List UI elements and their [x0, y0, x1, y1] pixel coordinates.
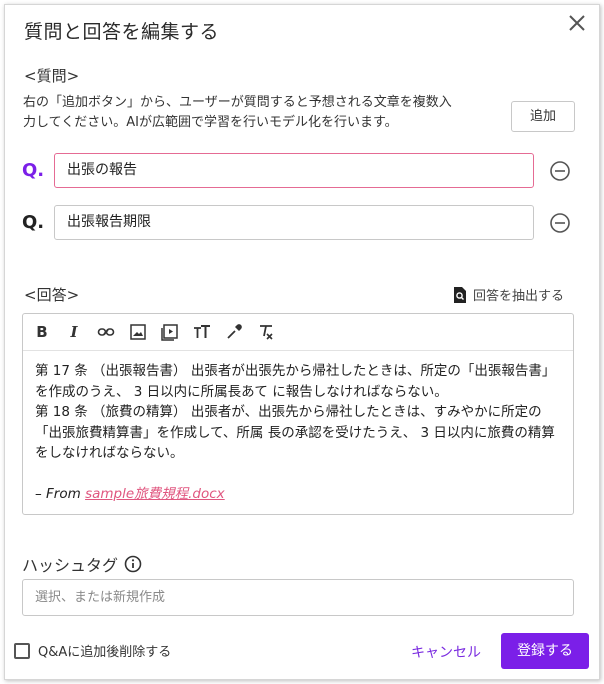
source-prefix: – From	[35, 485, 86, 502]
hashtag-label: ハッシュタグ	[22, 556, 119, 575]
bold-icon[interactable]: B	[33, 323, 51, 341]
checkbox-label: Q&Aに追加後削除する	[38, 645, 172, 660]
q-prefix-2: Q.	[22, 212, 45, 233]
extract-answer-button[interactable]: 回答を抽出する	[453, 285, 564, 304]
dialog-title: 質問と回答を編集する	[24, 21, 220, 43]
delete-after-add-checkbox[interactable]	[14, 642, 30, 659]
q-prefix-1: Q.	[22, 160, 45, 181]
cancel-button[interactable]: キャンセル	[411, 642, 481, 662]
remove-question-2-icon[interactable]	[549, 212, 571, 234]
question-section-label: <質問>	[24, 67, 80, 85]
color-picker-icon[interactable]	[225, 323, 243, 341]
link-icon[interactable]	[97, 323, 115, 341]
document-search-icon	[454, 286, 466, 303]
description-line-2: 力してください。AIが広範囲で学習を行いモデル化を行います。	[23, 115, 398, 130]
answer-source: – From sample旅費規程.docx	[35, 484, 561, 505]
answer-paragraph-1: 第 17 条 （出張報告書） 出張者が出張先から帰社したときは、所定の「出張報告…	[35, 363, 556, 400]
question-input-2[interactable]: 出張報告期限	[54, 205, 534, 240]
hashtag-label-row: ハッシュタグ	[22, 552, 142, 576]
description-line-1: 右の「追加ボタン」から、ユーザーが質問すると予想される文章を複数入	[23, 95, 452, 110]
source-link[interactable]: sample旅費規程.docx	[85, 486, 225, 502]
text-size-icon[interactable]	[193, 323, 211, 341]
answer-paragraph-2: 第 18 条 （旅費の精算） 出張者が、出張先から帰社したときは、すみやかに所定…	[35, 404, 555, 461]
clear-format-icon[interactable]	[257, 323, 275, 341]
register-button[interactable]: 登録する	[501, 633, 589, 669]
editor-content[interactable]: 第 17 条 （出張報告書） 出張者が出張先から帰社したときは、所定の「出張報告…	[23, 351, 573, 504]
close-icon[interactable]	[565, 11, 589, 35]
hashtag-input[interactable]: 選択、または新規作成	[22, 579, 574, 616]
answer-editor[interactable]: B I 第 17 条 （出張報告書） 出張者が出張先から帰社したときは、所定の「	[22, 313, 574, 515]
add-question-button[interactable]: 追加	[511, 101, 575, 132]
delete-after-add-checkbox-row[interactable]: Q&Aに追加後削除する	[14, 641, 171, 660]
info-icon[interactable]	[124, 555, 142, 573]
extract-answer-label: 回答を抽出する	[473, 289, 565, 304]
remove-question-1-icon[interactable]	[549, 160, 571, 182]
edit-qa-dialog: 質問と回答を編集する <質問> 右の「追加ボタン」から、ユーザーが質問すると予想…	[4, 4, 600, 680]
editor-toolbar: B I	[23, 314, 573, 351]
question-input-1[interactable]: 出張の報告	[54, 153, 534, 188]
question-description: 右の「追加ボタン」から、ユーザーが質問すると予想される文章を複数入 力してくださ…	[23, 93, 503, 133]
italic-icon[interactable]: I	[65, 323, 83, 341]
answer-section-label: <回答>	[24, 286, 80, 304]
video-icon[interactable]	[161, 323, 179, 341]
image-icon[interactable]	[129, 323, 147, 341]
